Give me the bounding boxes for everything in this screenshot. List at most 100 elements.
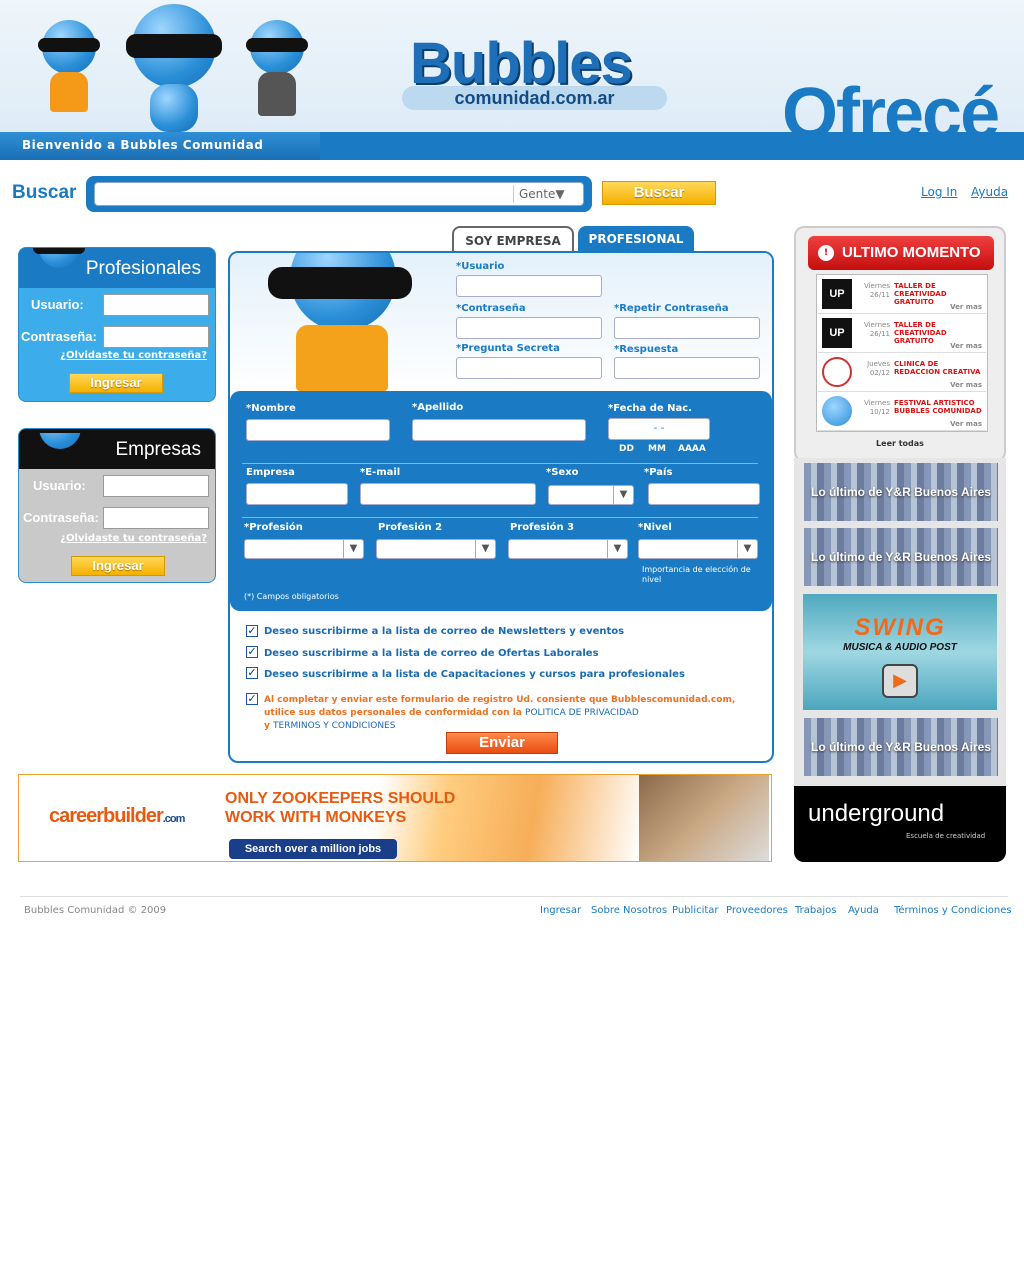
play-icon[interactable]: ▶ bbox=[882, 664, 918, 698]
bubbles-logo[interactable]: Bubbles comunidad.com.ar bbox=[402, 30, 667, 110]
nivel-select[interactable]: ▼ bbox=[638, 539, 758, 559]
submit-button[interactable]: Enviar bbox=[446, 732, 558, 754]
ver-mas-link[interactable]: Ver mas bbox=[950, 420, 982, 428]
swing-title: SWING bbox=[854, 614, 946, 641]
email-input[interactable] bbox=[360, 483, 536, 505]
newsletter-checkbox[interactable]: ✓ bbox=[246, 625, 258, 637]
user-input[interactable] bbox=[103, 475, 209, 497]
tab-soy-empresa[interactable]: SOY EMPRESA bbox=[452, 226, 574, 252]
forgot-password-link[interactable]: ¿Olvidaste tu contraseña? bbox=[60, 350, 207, 361]
mascot-hawaiian bbox=[268, 253, 418, 391]
sexo-select[interactable]: ▼ bbox=[548, 485, 634, 505]
news-item[interactable]: Jueves 02/12 CLINICA DE REDACCION CREATIV… bbox=[818, 354, 986, 392]
chevron-down-icon: ▼ bbox=[613, 486, 633, 504]
chevron-down-icon: ▼ bbox=[555, 187, 565, 201]
yr-promo-3[interactable]: Lo último de Y&R Buenos Aires bbox=[804, 718, 998, 776]
user-label: Usuario: bbox=[31, 297, 84, 312]
help-link[interactable]: Ayuda bbox=[971, 185, 1008, 199]
mascot-logo bbox=[822, 396, 852, 426]
nivel-note: Importancia de elección de nivel bbox=[642, 565, 751, 584]
footer-copyright: Bubbles Comunidad © 2009 bbox=[24, 905, 167, 916]
ver-mas-link[interactable]: Ver mas bbox=[950, 342, 982, 350]
fecha-input[interactable]: - - bbox=[608, 418, 710, 440]
login-link[interactable]: Log In bbox=[921, 185, 957, 199]
apellido-label: *Apellido bbox=[412, 402, 464, 413]
swing-promo[interactable]: SWING MUSICA & AUDIO POST ▶ bbox=[803, 594, 997, 710]
yr-promo-1[interactable]: Lo último de Y&R Buenos Aires bbox=[804, 463, 998, 521]
footer-link-proveedores[interactable]: Proveedores bbox=[726, 905, 788, 916]
empresa-input[interactable] bbox=[246, 483, 348, 505]
pais-input[interactable] bbox=[648, 483, 760, 505]
capacitaciones-checkbox[interactable]: ✓ bbox=[246, 667, 258, 679]
privacy-link[interactable]: POLITICA DE PRIVACIDAD bbox=[525, 708, 639, 718]
news-item[interactable]: UP Viernes 26/11 TALLER DE CREATIVIDAD GR… bbox=[818, 315, 986, 353]
repetir-input[interactable] bbox=[614, 317, 760, 339]
monkey-image bbox=[639, 775, 769, 861]
yr-promo-2[interactable]: Lo último de Y&R Buenos Aires bbox=[804, 528, 998, 586]
footer-link-ayuda[interactable]: Ayuda bbox=[848, 905, 879, 916]
profesionales-login-button[interactable]: Ingresar bbox=[69, 373, 163, 393]
forgot-password-link[interactable]: ¿Olvidaste tu contraseña? bbox=[60, 533, 207, 544]
consent-line2: utilice sus datos personales de conformi… bbox=[264, 708, 522, 718]
user-input[interactable] bbox=[103, 294, 209, 316]
contrasena-input[interactable] bbox=[456, 317, 602, 339]
banner-headline: ONLY ZOOKEEPERS SHOULD WORK WITH MONKEYS bbox=[225, 790, 456, 826]
pregunta-input[interactable] bbox=[456, 357, 602, 379]
leer-todas-link[interactable]: Leer todas bbox=[796, 439, 1004, 448]
usuario-input[interactable] bbox=[456, 275, 602, 297]
seal-logo bbox=[822, 357, 852, 387]
consent-y: y bbox=[264, 721, 270, 731]
footer-link-ingresar[interactable]: Ingresar bbox=[540, 905, 581, 916]
careerbuilder-banner[interactable]: careerbuilder.com ONLY ZOOKEEPERS SHOULD… bbox=[18, 774, 772, 862]
underground-promo[interactable]: underground Escuela de creatividad bbox=[794, 786, 1006, 862]
ver-mas-link[interactable]: Ver mas bbox=[950, 381, 982, 389]
profesion2-select[interactable]: ▼ bbox=[376, 539, 496, 559]
footer-link-terminos[interactable]: Términos y Condiciones bbox=[894, 905, 1012, 916]
apellido-input[interactable] bbox=[412, 419, 586, 441]
search-button[interactable]: Buscar bbox=[602, 181, 716, 205]
registration-form: *Usuario *Contraseña *Repetir Contraseña… bbox=[228, 251, 774, 763]
news-item[interactable]: Viernes 10/12 FESTIVAL ARTISTICO BUBBLES … bbox=[818, 393, 986, 431]
terms-link[interactable]: TERMINOS Y CONDICIONES bbox=[273, 721, 395, 731]
ver-mas-link[interactable]: Ver mas bbox=[950, 303, 982, 311]
profesion2-label: Profesión 2 bbox=[378, 522, 443, 533]
password-input[interactable] bbox=[103, 507, 209, 529]
email-label: *E-mail bbox=[360, 467, 401, 478]
consent-line1: Al completar y enviar este formulario de… bbox=[264, 695, 736, 705]
sexo-label: *Sexo bbox=[546, 467, 579, 478]
ofertas-label: Deseo suscribirme a la lista de correo d… bbox=[264, 648, 599, 659]
password-input[interactable] bbox=[103, 326, 209, 348]
nombre-input[interactable] bbox=[246, 419, 390, 441]
empresas-login-box: Empresas Usuario: Contraseña: ¿Olvidaste… bbox=[18, 428, 216, 583]
search-filter-value: Gente bbox=[519, 187, 556, 201]
profesion-select[interactable]: ▼ bbox=[244, 539, 364, 559]
consent-text: Al completar y enviar este formulario de… bbox=[264, 694, 744, 733]
chevron-down-icon: ▼ bbox=[607, 540, 627, 558]
tab-profesional[interactable]: PROFESIONAL bbox=[578, 226, 694, 252]
banner-cta-button[interactable]: Search over a million jobs bbox=[229, 839, 397, 859]
fecha-label: *Fecha de Nac. bbox=[608, 403, 692, 414]
profesion3-select[interactable]: ▼ bbox=[508, 539, 628, 559]
footer-link-trabajos[interactable]: Trabajos bbox=[795, 905, 836, 916]
respuesta-input[interactable] bbox=[614, 357, 760, 379]
search-bar: Gente▼ bbox=[86, 176, 592, 212]
profesionales-login-box: Profesionales Usuario: Contraseña: ¿Olvi… bbox=[18, 247, 216, 402]
contrasena-label: *Contraseña bbox=[456, 303, 526, 314]
search-filter-select[interactable]: Gente▼ bbox=[513, 185, 573, 203]
profesion3-label: Profesión 3 bbox=[510, 522, 575, 533]
dd-hint: DD bbox=[619, 444, 634, 454]
empresas-title: Empresas bbox=[115, 439, 201, 460]
logo-sub-text: comunidad.com.ar bbox=[402, 86, 667, 110]
footer-link-publicitar[interactable]: Publicitar bbox=[672, 905, 719, 916]
ofertas-checkbox[interactable]: ✓ bbox=[246, 646, 258, 658]
consent-checkbox[interactable]: ✓ bbox=[246, 693, 258, 705]
search-input[interactable]: Gente▼ bbox=[94, 182, 584, 206]
news-item[interactable]: UP Viernes 26/11 TALLER DE CREATIVIDAD GR… bbox=[818, 276, 986, 314]
ultimo-momento-box: ULTIMO MOMENTO ! UP Viernes 26/11 TALLER … bbox=[794, 226, 1006, 462]
mm-hint: MM bbox=[648, 444, 666, 454]
empresas-login-button[interactable]: Ingresar bbox=[71, 556, 165, 576]
password-label: Contraseña: bbox=[23, 510, 99, 525]
footer-link-sobre-nosotros[interactable]: Sobre Nosotros bbox=[591, 905, 667, 916]
site-header: Bubbles comunidad.com.ar Ofrecé Bienveni… bbox=[0, 0, 1024, 160]
mascot-orange-shirt bbox=[30, 20, 110, 112]
